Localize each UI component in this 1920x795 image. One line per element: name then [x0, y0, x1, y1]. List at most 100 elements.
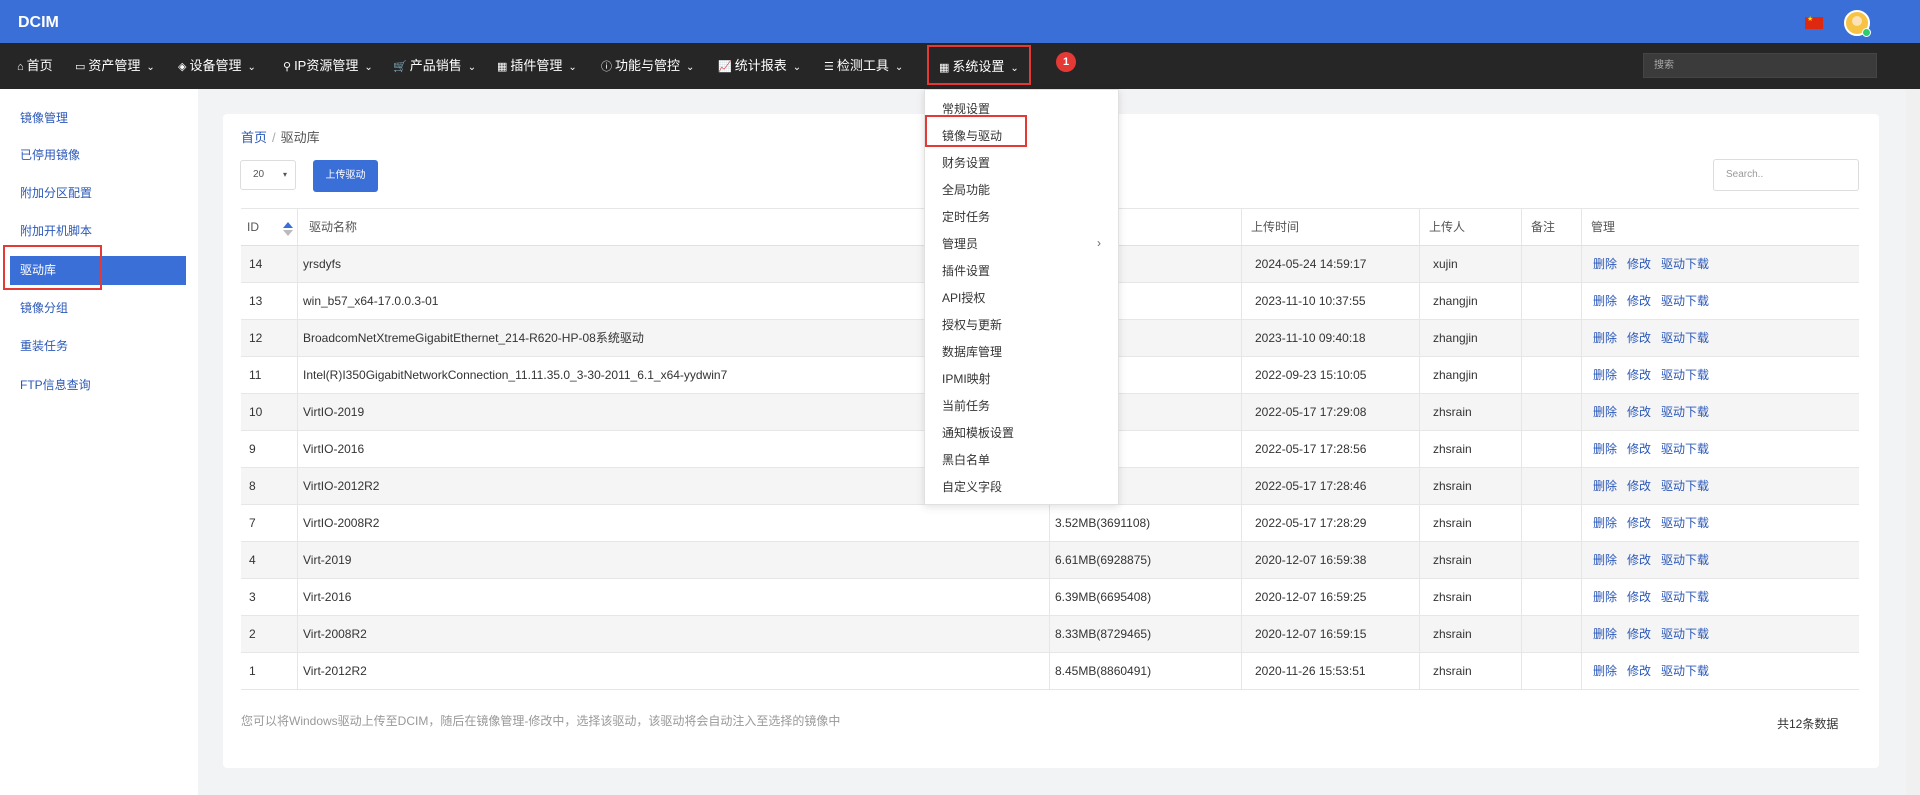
dropdown-item-14[interactable]: 自定义字段: [942, 477, 1002, 497]
cell-size: 8.45MB(8860491): [1055, 664, 1152, 678]
dropdown-item-5[interactable]: 管理员: [942, 234, 978, 254]
table-row: 4 Virt-2019 6.61MB(6928875) 2020-12-07 16:5…: [241, 542, 1859, 579]
header-id[interactable]: ID: [247, 209, 259, 246]
dropdown-item-13[interactable]: 黑白名单: [942, 450, 990, 470]
table-search-input[interactable]: Search..: [1713, 159, 1859, 191]
dropdown-item-11[interactable]: 当前任务: [942, 396, 990, 416]
dropdown-item-9[interactable]: 数据库管理: [942, 342, 1002, 362]
download-driver-link[interactable]: 驱动下载: [1661, 479, 1709, 493]
sidebar-item-7[interactable]: FTP信息查询: [10, 371, 186, 400]
edit-link[interactable]: 修改: [1627, 442, 1651, 456]
nav-item-8[interactable]: ☰ 检测工具 ⌄: [824, 43, 903, 89]
dropdown-item-6[interactable]: 插件设置: [942, 261, 990, 281]
cell-driver-name: VirtIO-2012R2: [303, 479, 380, 493]
sidebar-item-2[interactable]: 附加分区配置: [10, 179, 186, 208]
sidebar-item-6[interactable]: 重装任务: [10, 332, 186, 361]
delete-link[interactable]: 删除: [1593, 294, 1617, 308]
sidebar-item-3[interactable]: 附加开机脚本: [10, 217, 186, 246]
edit-link[interactable]: 修改: [1627, 627, 1651, 641]
nav-item-0[interactable]: ⌂ 首页: [17, 43, 53, 89]
edit-link[interactable]: 修改: [1627, 368, 1651, 382]
column-divider: [1419, 542, 1420, 578]
edit-link[interactable]: 修改: [1627, 553, 1651, 567]
download-driver-link[interactable]: 驱动下载: [1661, 664, 1709, 678]
nav-item-3[interactable]: ⚲ IP资源管理 ⌄: [283, 43, 373, 89]
column-divider: [1241, 209, 1242, 245]
delete-link[interactable]: 删除: [1593, 553, 1617, 567]
sort-icon[interactable]: [283, 222, 293, 236]
column-divider: [1581, 209, 1582, 245]
dropdown-item-7[interactable]: API授权: [942, 288, 985, 308]
table-row: 2 Virt-2008R2 8.33MB(8729465) 2020-12-07 16…: [241, 616, 1859, 653]
header-uploader[interactable]: 上传人: [1429, 209, 1465, 246]
header-upload-time[interactable]: 上传时间: [1251, 209, 1299, 246]
cell-upload-time: 2020-12-07 16:59:38: [1255, 553, 1367, 567]
cell-uploader: zhangjin: [1433, 331, 1478, 345]
edit-link[interactable]: 修改: [1627, 331, 1651, 345]
delete-link[interactable]: 删除: [1593, 442, 1617, 456]
upload-driver-button[interactable]: 上传驱动: [313, 160, 378, 192]
nav-item-1[interactable]: ▭ 资产管理 ⌄: [75, 43, 155, 89]
delete-link[interactable]: 删除: [1593, 664, 1617, 678]
delete-link[interactable]: 删除: [1593, 516, 1617, 530]
nav-item-2[interactable]: ◈ 设备管理 ⌄: [178, 43, 256, 89]
delete-link[interactable]: 删除: [1593, 590, 1617, 604]
header-name[interactable]: 驱动名称: [309, 209, 357, 246]
edit-link[interactable]: 修改: [1627, 479, 1651, 493]
download-driver-link[interactable]: 驱动下载: [1661, 294, 1709, 308]
sidebar-item-5[interactable]: 镜像分组: [10, 294, 186, 323]
cell-upload-time: 2022-05-17 17:28:56: [1255, 442, 1367, 456]
column-divider: [1419, 468, 1420, 504]
download-driver-link[interactable]: 驱动下载: [1661, 405, 1709, 419]
edit-link[interactable]: 修改: [1627, 590, 1651, 604]
delete-link[interactable]: 删除: [1593, 368, 1617, 382]
dropdown-item-12[interactable]: 通知模板设置: [942, 423, 1014, 443]
download-driver-link[interactable]: 驱动下载: [1661, 590, 1709, 604]
column-divider: [1241, 653, 1242, 689]
sidebar-item-0[interactable]: 镜像管理: [10, 104, 186, 133]
dropdown-item-3[interactable]: 全局功能: [942, 180, 990, 200]
column-divider: [1419, 320, 1420, 356]
nav-item-7[interactable]: 📈 统计报表 ⌄: [718, 43, 801, 89]
dropdown-item-4[interactable]: 定时任务: [942, 207, 990, 227]
nav-search-input[interactable]: 搜索: [1643, 53, 1877, 78]
download-driver-link[interactable]: 驱动下载: [1661, 442, 1709, 456]
app-title[interactable]: DCIM: [18, 14, 59, 32]
dropdown-item-2[interactable]: 财务设置: [942, 153, 990, 173]
nav-item-6[interactable]: ⓘ 功能与管控 ⌄: [601, 43, 694, 89]
nav-item-4[interactable]: 🛒 产品销售 ⌄: [393, 43, 476, 89]
avatar[interactable]: [1844, 10, 1871, 37]
page-size-select[interactable]: 20 ▾: [240, 160, 296, 190]
delete-link[interactable]: 删除: [1593, 627, 1617, 641]
header-note[interactable]: 备注: [1531, 209, 1555, 246]
delete-link[interactable]: 删除: [1593, 479, 1617, 493]
download-driver-link[interactable]: 驱动下载: [1661, 553, 1709, 567]
page-scrollbar[interactable]: [1906, 89, 1920, 795]
nav-item-5[interactable]: ▦ 插件管理 ⌄: [497, 43, 577, 89]
nav-item-9[interactable]: ▦ 系统设置 ⌄: [927, 45, 1031, 85]
delete-link[interactable]: 删除: [1593, 331, 1617, 345]
column-divider: [1419, 579, 1420, 615]
sidebar-item-1[interactable]: 已停用镜像: [10, 141, 186, 170]
download-driver-link[interactable]: 驱动下载: [1661, 627, 1709, 641]
cart-icon: 🛒: [393, 61, 407, 73]
cell-driver-name: Virt-2019: [303, 553, 352, 567]
edit-link[interactable]: 修改: [1627, 516, 1651, 530]
dropdown-item-8[interactable]: 授权与更新: [942, 315, 1002, 335]
edit-link[interactable]: 修改: [1627, 664, 1651, 678]
dropdown-item-10[interactable]: IPMI映射: [942, 369, 991, 389]
breadcrumb-home[interactable]: 首页: [241, 130, 267, 145]
cell-actions: 删除 修改 驱动下载: [1593, 653, 1719, 690]
download-driver-link[interactable]: 驱动下载: [1661, 331, 1709, 345]
delete-link[interactable]: 删除: [1593, 405, 1617, 419]
china-flag-icon[interactable]: [1805, 15, 1823, 29]
download-driver-link[interactable]: 驱动下载: [1661, 516, 1709, 530]
delete-link[interactable]: 删除: [1593, 257, 1617, 271]
download-driver-link[interactable]: 驱动下载: [1661, 257, 1709, 271]
edit-link[interactable]: 修改: [1627, 405, 1651, 419]
edit-link[interactable]: 修改: [1627, 294, 1651, 308]
nav-item-label: IP资源管理: [294, 58, 359, 73]
download-driver-link[interactable]: 驱动下载: [1661, 368, 1709, 382]
edit-link[interactable]: 修改: [1627, 257, 1651, 271]
column-divider: [1049, 505, 1050, 541]
